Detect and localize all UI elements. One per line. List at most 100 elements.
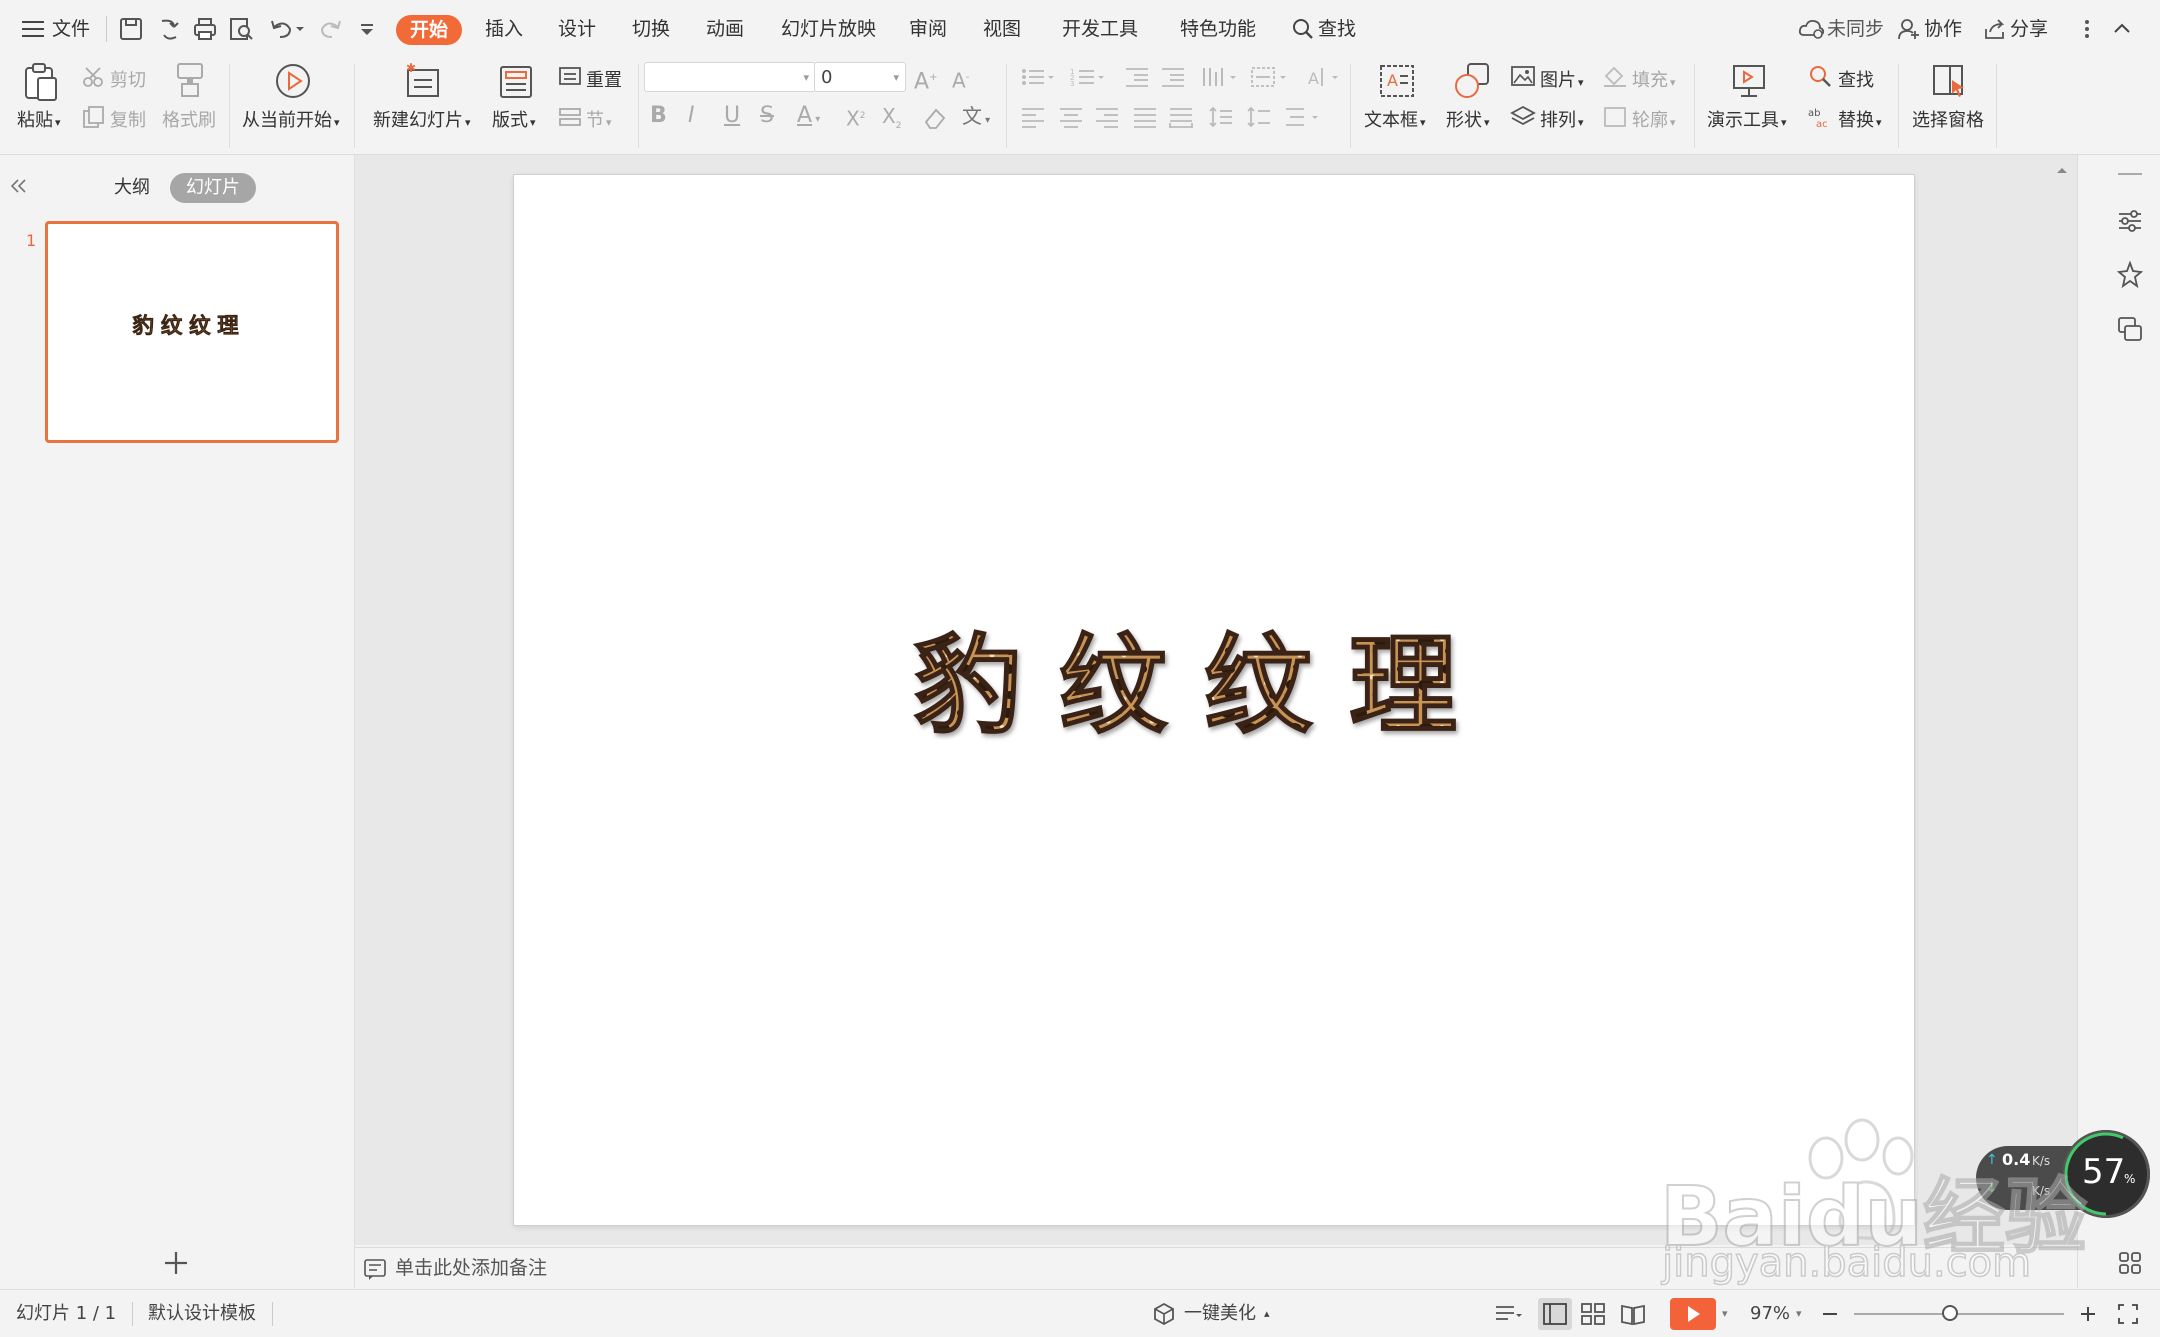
tab-outline[interactable]: 大纲 [98,173,166,203]
collaborate-icon[interactable] [1897,17,1921,41]
presentation-tools-icon[interactable] [1730,62,1768,100]
search-label[interactable]: 查找 [1318,0,1356,58]
font-size-combo[interactable]: 0 ▾ [814,62,906,92]
list-options-icon[interactable] [1284,106,1324,128]
format-painter-button[interactable]: 格式刷 [162,106,216,132]
undo-icon[interactable] [266,15,306,43]
share-icon[interactable] [1983,17,2007,41]
text-box-button[interactable]: 文本框 [1364,106,1426,132]
export-icon[interactable] [154,15,184,43]
collapse-ribbon-icon[interactable] [2110,17,2134,41]
paste-button[interactable]: 粘贴 [17,106,61,132]
magic-star-icon[interactable] [2116,261,2144,289]
tab-design[interactable]: 设计 [558,0,596,58]
decrease-indent-icon[interactable] [1124,66,1150,88]
zoom-in-icon[interactable] [2078,1304,2098,1324]
reset-icon[interactable] [556,64,582,88]
align-left-icon[interactable] [1020,106,1046,128]
scroll-up-icon[interactable] [2055,163,2069,177]
strikethrough-icon[interactable]: S [760,102,782,130]
superscript-icon[interactable]: X2 [846,102,868,131]
presentation-tools-button[interactable]: 演示工具 [1707,106,1787,132]
print-preview-icon[interactable] [226,15,256,43]
settings-sliders-icon[interactable] [2116,207,2144,235]
numbering-icon[interactable]: 123 [1070,66,1106,88]
bullets-icon[interactable] [1020,66,1056,88]
align-right-icon[interactable] [1094,106,1120,128]
zoom-out-icon[interactable] [1820,1304,1840,1324]
shape-icon[interactable] [1454,62,1492,100]
template-name[interactable]: 默认设计模板 [148,1290,256,1337]
zoom-slider-track[interactable] [1854,1313,2064,1315]
beautify-icon[interactable] [1152,1302,1176,1326]
arrange-button[interactable]: 排列 [1540,106,1584,132]
subscript-icon[interactable]: X2 [882,102,904,131]
tab-special[interactable]: 特色功能 [1180,0,1256,58]
new-slide-icon[interactable]: ✱ [404,62,442,100]
selection-pane-button[interactable]: 选择窗格 [1912,106,1984,132]
play-from-current-icon[interactable] [274,62,312,100]
from-current-button[interactable]: 从当前开始 [242,106,340,132]
copy-button[interactable]: 复制 [110,106,146,132]
picture-icon[interactable] [1510,64,1536,88]
replace-icon[interactable]: ab ac [1808,105,1834,129]
notes-toggle-icon[interactable] [1494,1302,1524,1326]
plus-icon[interactable] [162,1249,190,1277]
tab-animation[interactable]: 动画 [706,0,744,58]
play-slideshow-button[interactable] [1670,1298,1716,1330]
clear-format-icon[interactable] [922,106,948,130]
fill-button[interactable]: 填充 [1632,66,1676,92]
cut-button[interactable]: 剪切 [110,66,146,92]
tab-developer[interactable]: 开发工具 [1062,0,1138,58]
distribute-icon[interactable] [1168,106,1194,128]
section-button[interactable]: 节 [586,106,612,132]
hamburger-icon[interactable] [22,19,44,39]
save-icon[interactable] [116,15,146,43]
share-label[interactable]: 分享 [2010,0,2048,58]
collapse-pane-icon[interactable] [8,175,30,197]
play-options-caret-icon[interactable]: ▾ [1722,1290,1728,1337]
selection-pane-icon[interactable] [1930,62,1968,100]
zoom-level[interactable]: 97% [1750,1290,1790,1337]
network-speed-widget[interactable]: ↑ 0.4 K/s ↓ K/s 57 % [1976,1130,2151,1222]
zoom-caret-icon[interactable]: ▾ [1796,1290,1802,1337]
file-menu[interactable]: 文件 [52,0,90,58]
tab-slides[interactable]: 幻灯片 [170,173,256,203]
font-name-combo[interactable]: ▾ [644,62,816,92]
shrink-font-icon[interactable]: A- [952,64,980,93]
tab-home[interactable]: 开始 [396,15,463,45]
layout-icon[interactable] [498,64,534,100]
print-icon[interactable] [190,15,220,43]
tab-review[interactable]: 审阅 [909,0,947,58]
arrange-icon[interactable] [1510,105,1536,129]
text-box-icon[interactable]: A [1378,62,1416,100]
align-text-icon[interactable] [1250,66,1290,88]
fit-window-icon[interactable] [2116,1302,2140,1326]
beautify-caret-icon[interactable]: ▴ [1264,1290,1270,1337]
transition-pane-icon[interactable] [2116,315,2144,343]
tab-view[interactable]: 视图 [983,0,1021,58]
more-icon[interactable] [2082,17,2092,41]
font-color-icon[interactable]: A ▾ [797,102,831,130]
grow-font-icon[interactable]: A+ [914,64,942,94]
cloud-sync-icon[interactable] [1797,17,1825,41]
grid-apps-icon[interactable] [2118,1251,2142,1275]
normal-view-icon[interactable] [1538,1298,1572,1330]
tab-transition[interactable]: 切换 [632,0,670,58]
tab-slideshow[interactable]: 幻灯片放映 [781,0,876,58]
text-effect-icon[interactable]: 文 ▾ [962,102,998,130]
find-icon[interactable] [1808,64,1834,88]
align-center-icon[interactable] [1058,106,1084,128]
shape-button[interactable]: 形状 [1446,106,1490,132]
columns-icon[interactable] [1200,66,1240,88]
text-direction-icon[interactable]: A [1306,66,1342,88]
tab-insert[interactable]: 插入 [485,0,523,58]
leopard-texture-title[interactable]: 豹 纹 纹 理 [514,175,1914,1225]
notes-bar[interactable]: 单击此处添加备注 [355,1247,2077,1289]
customize-toolbar-icon[interactable] [352,15,382,43]
italic-icon[interactable]: I [688,102,710,130]
notes-placeholder[interactable]: 单击此处添加备注 [395,1248,547,1289]
paragraph-spacing-icon[interactable] [1246,106,1272,128]
layout-button[interactable]: 版式 [492,106,536,132]
underline-icon[interactable]: U [724,102,746,130]
